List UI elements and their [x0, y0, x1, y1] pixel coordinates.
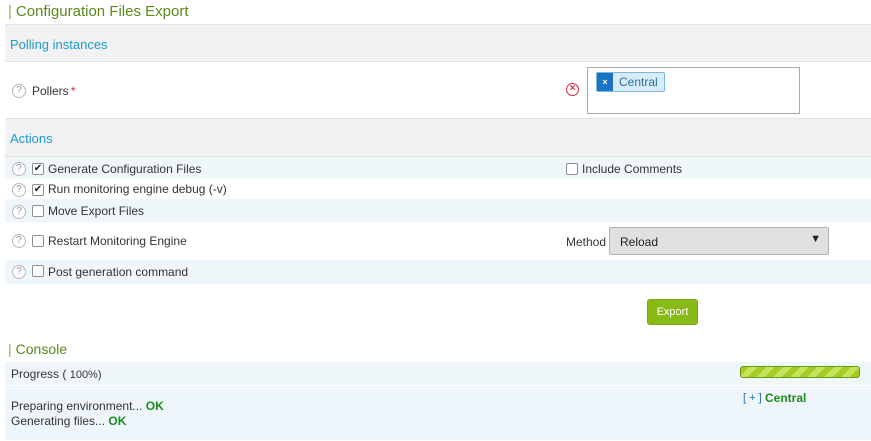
move-help-icon[interactable]: ? — [12, 205, 26, 219]
generate-label: Generate Configuration Files — [48, 162, 202, 176]
actions-section-header: Actions — [5, 118, 871, 157]
debug-label: Run monitoring engine debug (-v) — [48, 182, 227, 196]
console-poller-name: Central — [765, 391, 807, 405]
status-ok: OK — [145, 399, 164, 413]
chevron-down-icon: ▼ — [810, 233, 821, 245]
move-label: Move Export Files — [48, 204, 145, 218]
include-comments-checkbox[interactable] — [566, 163, 578, 175]
pollers-label: Pollers * — [32, 84, 76, 98]
expand-toggle[interactable]: [ + ] — [743, 392, 762, 404]
generate-help-icon[interactable]: ? — [12, 162, 26, 176]
post-help-icon[interactable]: ? — [12, 265, 26, 279]
post-checkbox[interactable] — [32, 265, 44, 277]
log-line-2: Generating files... OK — [11, 414, 127, 428]
method-select[interactable]: Reload ▼ — [609, 227, 829, 255]
chip-remove-icon[interactable]: × — [597, 73, 613, 91]
chip-label: Central — [619, 75, 658, 89]
generate-checkbox[interactable]: ✔ — [32, 163, 44, 175]
method-label: Method — [566, 235, 607, 249]
console-title: | Console — [8, 341, 68, 357]
restart-checkbox[interactable] — [32, 235, 44, 247]
page-title-text: Configuration Files Export — [15, 3, 189, 20]
progress-bar-fill — [741, 367, 859, 377]
export-button[interactable]: Export — [647, 299, 698, 325]
debug-help-icon[interactable]: ? — [12, 183, 26, 197]
poller-chip: × Central — [596, 72, 665, 92]
required-mark: * — [70, 84, 76, 98]
method-value: Reload — [620, 235, 659, 249]
actions-header-label: Actions — [10, 131, 53, 146]
clear-selection-icon[interactable]: × — [566, 83, 579, 96]
progress-value: 100%) — [69, 369, 102, 381]
include-comments-label: Include Comments — [582, 162, 683, 176]
restart-label: Restart Monitoring Engine — [48, 234, 187, 248]
polling-section-header: Polling instances — [5, 24, 871, 62]
pollers-select[interactable]: × Central — [587, 67, 800, 114]
post-label: Post generation command — [48, 265, 189, 279]
progress-label: Progress ( 100%) — [11, 367, 102, 381]
debug-checkbox[interactable]: ✔ — [32, 184, 44, 196]
log-line-1: Preparing environment... OK — [11, 399, 164, 413]
console-log — [5, 386, 871, 440]
progress-bar — [740, 366, 860, 378]
status-ok: OK — [108, 414, 127, 428]
console-title-text: Console — [15, 341, 68, 357]
polling-header-label: Polling instances — [10, 37, 108, 52]
page-title: | Configuration Files Export — [8, 3, 189, 20]
move-checkbox[interactable] — [32, 205, 44, 217]
restart-help-icon[interactable]: ? — [12, 234, 26, 248]
pollers-help-icon[interactable]: ? — [12, 84, 26, 98]
